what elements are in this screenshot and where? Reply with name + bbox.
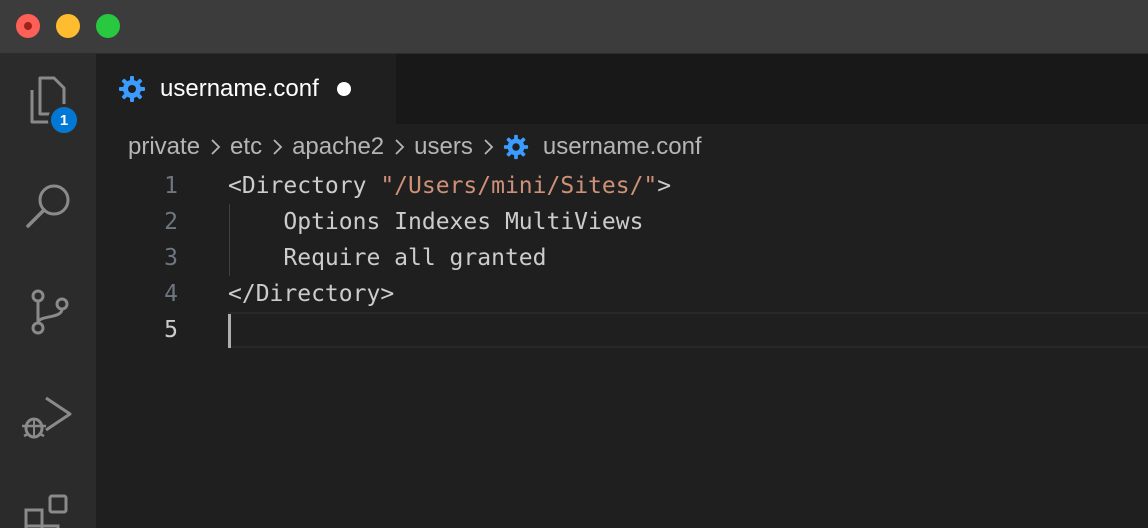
gear-icon (503, 134, 528, 160)
explorer-button[interactable]: 1 (18, 70, 80, 136)
breadcrumb-item-apache2[interactable]: apache2 (292, 133, 384, 161)
window-minimize-button[interactable] (56, 14, 80, 38)
line-number: 1 (164, 173, 178, 199)
tab-bar: username.conf (96, 54, 1148, 124)
title-bar (0, 0, 1148, 54)
activity-bar: 1 (0, 54, 96, 528)
run-debug-icon (22, 396, 72, 439)
text-cursor (228, 314, 231, 348)
line-content: <Directory "/Users/mini/Sites/"> (228, 173, 671, 199)
explorer-badge: 1 (48, 104, 80, 136)
code-token: > (657, 173, 672, 199)
gear-icon (119, 76, 145, 102)
line-number: 5 (164, 317, 178, 343)
line-number: 3 (164, 245, 178, 271)
window-zoom-button[interactable] (96, 14, 120, 38)
code-token: <Directory (228, 173, 381, 199)
breadcrumb-item-private[interactable]: private (128, 133, 200, 161)
search-button[interactable] (18, 176, 78, 236)
extensions-icon (24, 494, 68, 528)
code-token: Options Indexes MultiViews (228, 209, 644, 235)
line-content: Options Indexes MultiViews (228, 209, 643, 235)
code-line[interactable]: 2 Options Indexes MultiViews (96, 204, 1148, 240)
code-line[interactable]: 3 Require all granted (96, 240, 1148, 276)
code-line-current[interactable]: 5 (96, 312, 1148, 348)
run-debug-button[interactable] (18, 388, 78, 448)
code-line[interactable]: 1 <Directory "/Users/mini/Sites/"> (96, 168, 1148, 204)
chevron-right-icon (395, 139, 405, 155)
unsaved-indicator[interactable] (336, 82, 351, 96)
tab-label: username.conf (160, 75, 319, 102)
line-number: 4 (164, 281, 178, 307)
code-token: </Directory> (228, 281, 395, 307)
vscode-window: 1 username.conf private etc apache2 user… (0, 0, 1148, 528)
code-token: Require all granted (228, 245, 547, 271)
breadcrumb: private etc apache2 users username.conf (96, 124, 1148, 170)
line-content: </Directory> (228, 281, 394, 307)
source-control-button[interactable] (18, 282, 78, 342)
window-close-button[interactable] (16, 14, 40, 38)
breadcrumb-item-file[interactable]: username.conf (543, 133, 702, 161)
chevron-right-icon (211, 139, 221, 155)
code-editor[interactable]: 1 <Directory "/Users/mini/Sites/"> 2 Opt… (96, 168, 1148, 528)
code-token-string: "/Users/mini/Sites/" (380, 173, 658, 199)
tab-username-conf[interactable]: username.conf (96, 54, 396, 124)
breadcrumb-item-etc[interactable]: etc (230, 133, 262, 161)
search-icon (26, 184, 70, 228)
chevron-right-icon (273, 139, 283, 155)
line-number: 2 (164, 209, 178, 235)
line-content: Require all granted (228, 245, 547, 271)
breadcrumb-item-users[interactable]: users (414, 133, 473, 161)
extensions-button[interactable] (18, 488, 78, 528)
chevron-right-icon (484, 139, 494, 155)
code-line[interactable]: 4 </Directory> (96, 276, 1148, 312)
source-control-icon (31, 289, 69, 335)
